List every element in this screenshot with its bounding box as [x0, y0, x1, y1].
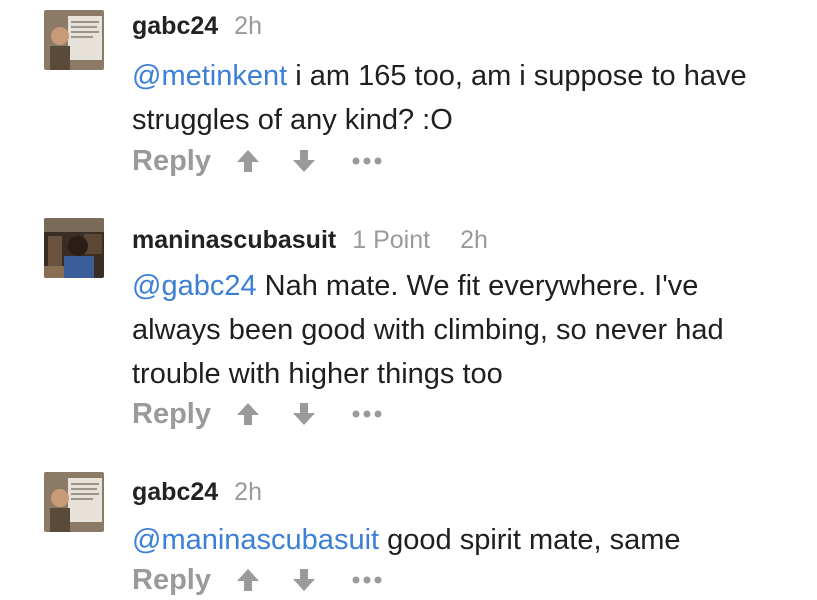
avatar[interactable]	[44, 10, 104, 70]
more-options-icon[interactable]	[351, 409, 383, 419]
comment-actions: Reply	[132, 560, 383, 600]
arrow-up-icon[interactable]	[235, 148, 261, 174]
comment-actions: Reply	[132, 394, 383, 434]
comment-body: @gabc24 Nah mate. We fit everywhere. I'v…	[132, 264, 792, 396]
reply-button[interactable]: Reply	[132, 398, 211, 431]
comment-time: 2h	[234, 478, 262, 506]
reply-button[interactable]: Reply	[132, 564, 211, 597]
comment-username[interactable]: gabc24	[132, 12, 218, 41]
comment-username[interactable]: gabc24	[132, 478, 218, 507]
comment-text: good spirit mate, same	[379, 524, 681, 556]
avatar[interactable]	[44, 218, 104, 278]
comment-points: 1 Point	[352, 226, 431, 254]
comment-body: @maninascubasuit good spirit mate, same	[132, 518, 792, 562]
comment-time: 2h	[234, 12, 262, 40]
avatar[interactable]	[44, 472, 104, 532]
reply-button[interactable]: Reply	[132, 145, 211, 178]
comment-username[interactable]: maninascubasuit	[132, 226, 336, 255]
user-mention[interactable]: @maninascubasuit	[132, 524, 379, 556]
comment-body: @metinkent i am 165 too, am i suppose to…	[132, 54, 792, 142]
arrow-down-icon[interactable]	[291, 148, 317, 174]
more-options-icon[interactable]	[351, 575, 383, 585]
arrow-up-icon[interactable]	[235, 567, 261, 593]
comment-time: 2h	[460, 226, 488, 254]
arrow-up-icon[interactable]	[235, 401, 261, 427]
comment-actions: Reply	[132, 141, 383, 181]
arrow-down-icon[interactable]	[291, 401, 317, 427]
more-options-icon[interactable]	[351, 156, 383, 166]
arrow-down-icon[interactable]	[291, 567, 317, 593]
user-mention[interactable]: @metinkent	[132, 60, 287, 92]
user-mention[interactable]: @gabc24	[132, 270, 257, 302]
